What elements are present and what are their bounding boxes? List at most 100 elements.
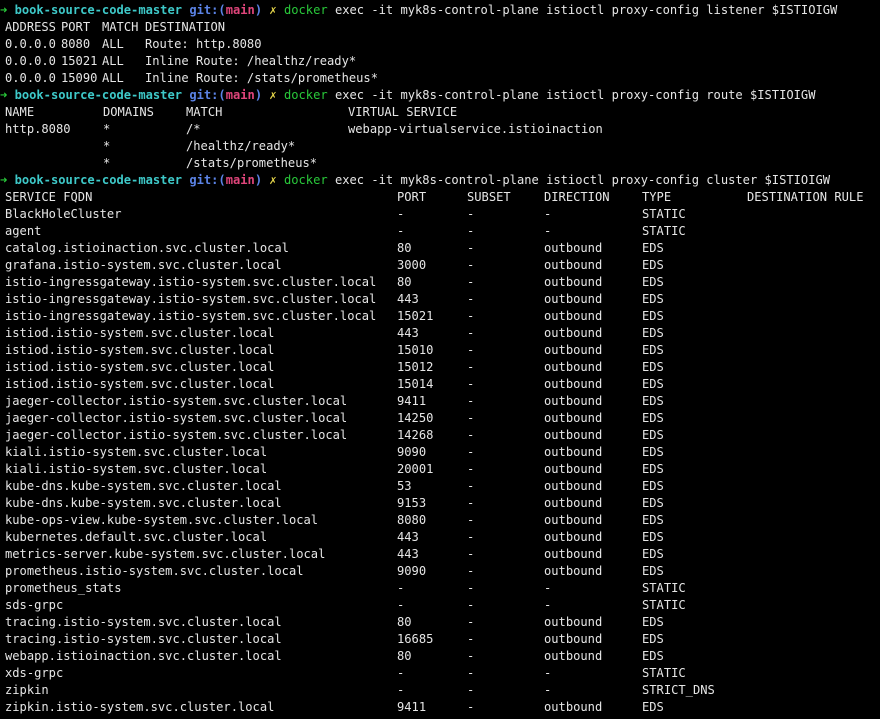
cluster-cell: outbound xyxy=(544,360,603,374)
listener-table-row: 0.0.0.0 8080 ALL Route: http.8080 xyxy=(0,36,880,53)
cluster-cell: zipkin.istio-system.svc.cluster.local xyxy=(5,700,275,714)
cluster-cell: STATIC xyxy=(642,207,686,221)
cluster-cell: 80 xyxy=(397,275,412,289)
cluster-cell: outbound xyxy=(544,326,603,340)
route-table-row: * /healthz/ready* xyxy=(0,138,880,155)
cluster-cell: kube-ops-view.kube-system.svc.cluster.lo… xyxy=(5,513,319,527)
prompt-dirty-icon: ✗ xyxy=(269,88,277,102)
listener-cell: 0.0.0.0 xyxy=(5,37,56,51)
cluster-cell: EDS xyxy=(642,326,664,340)
command-name: docker xyxy=(283,3,328,17)
cluster-cell: catalog.istioinaction.svc.cluster.local xyxy=(5,241,289,255)
listener-cell: Inline Route: /healthz/ready* xyxy=(145,54,357,68)
cluster-cell: - xyxy=(397,683,405,697)
cluster-cell: - xyxy=(467,292,475,306)
cluster-cell: outbound xyxy=(544,445,603,459)
cluster-cell: - xyxy=(397,598,405,612)
cluster-cell: - xyxy=(467,394,475,408)
command-args: exec -it myk8s-control-plane istioctl pr… xyxy=(334,3,838,17)
cluster-table-row: tracing.istio-system.svc.cluster.local 16… xyxy=(0,631,880,648)
listener-cell: ALL xyxy=(102,54,124,68)
command-name: docker xyxy=(283,173,328,187)
cluster-table-row: zipkin.istio-system.svc.cluster.local 941… xyxy=(0,699,880,716)
route-header-cell: NAME xyxy=(5,105,35,119)
cluster-table-row: kube-dns.kube-system.svc.cluster.local 91… xyxy=(0,495,880,512)
prompt-line: ➜ book-source-code-master git:(main) ✗ d… xyxy=(0,87,880,104)
cluster-table-row: istiod.istio-system.svc.cluster.local 150… xyxy=(0,359,880,376)
cluster-cell: 15012 xyxy=(397,360,434,374)
cluster-cell: - xyxy=(467,224,475,238)
cluster-cell: - xyxy=(467,700,475,714)
prompt-directory: book-source-code-master xyxy=(14,3,183,17)
cluster-cell: kiali.istio-system.svc.cluster.local xyxy=(5,462,268,476)
cluster-cell: - xyxy=(467,683,475,697)
cluster-cell: - xyxy=(467,649,475,663)
listener-cell: 15021 xyxy=(61,54,98,68)
cluster-cell: STATIC xyxy=(642,581,686,595)
prompt-git-label: git:( xyxy=(189,88,226,102)
cluster-cell: istio-ingressgateway.istio-system.svc.cl… xyxy=(5,292,377,306)
cluster-cell: metrics-server.kube-system.svc.cluster.l… xyxy=(5,547,326,561)
cluster-cell: STATIC xyxy=(642,598,686,612)
prompt: ➜ book-source-code-master git:(main) ✗ d… xyxy=(0,172,830,189)
cluster-cell: - xyxy=(467,275,475,289)
listener-cell: 0.0.0.0 xyxy=(5,54,56,68)
cluster-cell: 9411 xyxy=(397,700,427,714)
cluster-cell: - xyxy=(467,411,475,425)
cluster-cell: kubernetes.default.svc.cluster.local xyxy=(5,530,268,544)
cluster-header-cell: TYPE xyxy=(642,190,672,204)
cluster-cell: jaeger-collector.istio-system.svc.cluste… xyxy=(5,411,348,425)
cluster-table-row: agent - - - STATIC xyxy=(0,223,880,240)
cluster-cell: - xyxy=(397,224,405,238)
listener-cell: 8080 xyxy=(61,37,91,51)
prompt-line: ➜ book-source-code-master git:(main) ✗ d… xyxy=(0,2,880,19)
cluster-cell: - xyxy=(467,258,475,272)
listener-table-row: 0.0.0.0 15090 ALL Inline Route: /stats/prom… xyxy=(0,70,880,87)
cluster-cell: EDS xyxy=(642,615,664,629)
cluster-cell: - xyxy=(467,547,475,561)
cluster-cell: 14268 xyxy=(397,428,434,442)
cluster-table-row: webapp.istioinaction.svc.cluster.local 80… xyxy=(0,648,880,665)
prompt-git-label: git:( xyxy=(189,3,226,17)
cluster-cell: outbound xyxy=(544,309,603,323)
route-table-row: * /stats/prometheus* xyxy=(0,155,880,172)
cluster-table-row: kubernetes.default.svc.cluster.local 443 -… xyxy=(0,529,880,546)
cluster-cell: outbound xyxy=(544,241,603,255)
cluster-header-cell: DIRECTION xyxy=(544,190,610,204)
cluster-cell: EDS xyxy=(642,649,664,663)
cluster-cell: EDS xyxy=(642,479,664,493)
cluster-cell: - xyxy=(467,598,475,612)
cluster-table-row: kiali.istio-system.svc.cluster.local 2000… xyxy=(0,461,880,478)
cluster-table-row: grafana.istio-system.svc.cluster.local 30… xyxy=(0,257,880,274)
command-args: exec -it myk8s-control-plane istioctl pr… xyxy=(334,173,831,187)
cluster-cell: 14250 xyxy=(397,411,434,425)
route-cell: /stats/prometheus* xyxy=(186,156,318,170)
terminal-window[interactable]: ➜ book-source-code-master git:(main) ✗ d… xyxy=(0,0,880,719)
cluster-cell: STRICT_DNS xyxy=(642,683,715,697)
cluster-table-row: zipkin - - - STRICT_DNS xyxy=(0,682,880,699)
cluster-cell: outbound xyxy=(544,479,603,493)
listener-header-cell: PORT xyxy=(61,20,91,34)
cluster-cell: outbound xyxy=(544,547,603,561)
cluster-cell: tracing.istio-system.svc.cluster.local xyxy=(5,632,282,646)
cluster-cell: outbound xyxy=(544,292,603,306)
prompt-git-label: git:( xyxy=(189,173,226,187)
cluster-table-row: tracing.istio-system.svc.cluster.local 80… xyxy=(0,614,880,631)
prompt-dirty-icon: ✗ xyxy=(269,3,277,17)
cluster-cell: - xyxy=(397,581,405,595)
listener-header-cell: ADDRESS xyxy=(5,20,56,34)
cluster-cell: outbound xyxy=(544,513,603,527)
cluster-cell: EDS xyxy=(642,377,664,391)
prompt-arrow-icon: ➜ xyxy=(0,173,8,187)
cluster-cell: outbound xyxy=(544,394,603,408)
cluster-header-cell: SUBSET xyxy=(467,190,511,204)
prompt-directory: book-source-code-master xyxy=(14,88,183,102)
cluster-table-header: SERVICE FQDN PORT SUBSET DIRECTION TYPE DESTI… xyxy=(0,189,880,206)
cluster-cell: prometheus.istio-system.svc.cluster.loca… xyxy=(5,564,304,578)
cluster-cell: jaeger-collector.istio-system.svc.cluste… xyxy=(5,428,348,442)
cluster-cell: EDS xyxy=(642,513,664,527)
listener-cell: 0.0.0.0 xyxy=(5,71,56,85)
cluster-cell: outbound xyxy=(544,700,603,714)
cluster-cell: EDS xyxy=(642,632,664,646)
route-cell: webapp-virtualservice.istioinaction xyxy=(348,122,603,136)
